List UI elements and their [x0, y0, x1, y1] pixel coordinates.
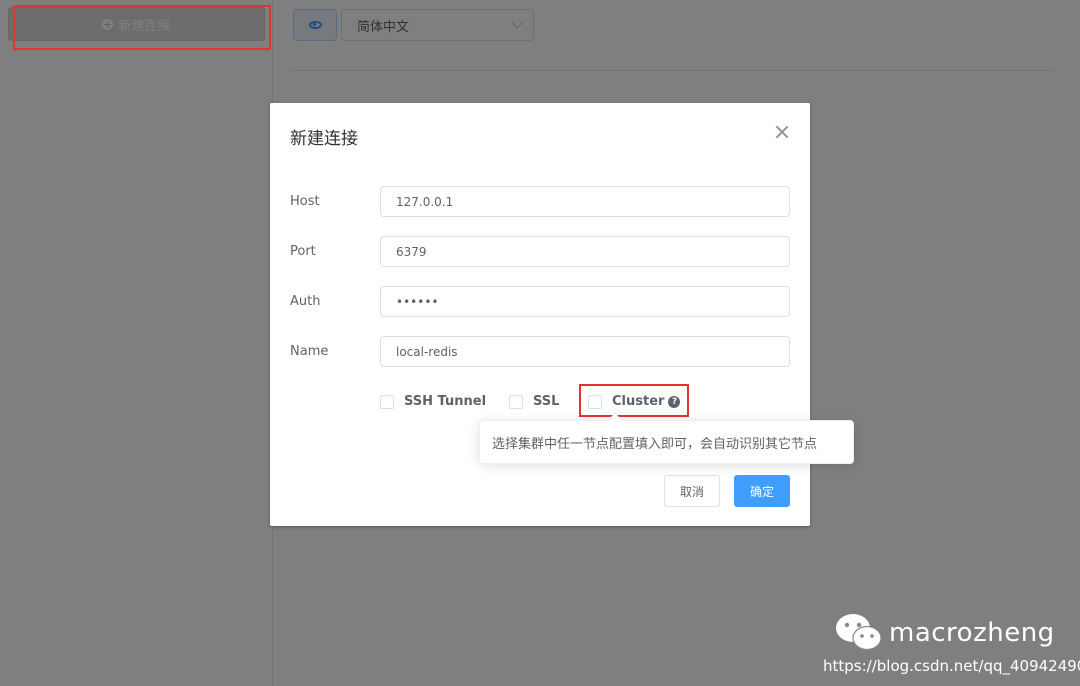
- auth-password-input[interactable]: ••••••: [380, 286, 790, 317]
- cancel-button[interactable]: 取消: [664, 475, 720, 507]
- close-icon[interactable]: [775, 125, 789, 139]
- port-label: Port: [290, 244, 316, 259]
- checkbox-square[interactable]: [509, 394, 523, 409]
- watermark-url: https://blog.csdn.net/qq_40942490: [823, 657, 1080, 675]
- auth-label: Auth: [290, 294, 321, 309]
- ssh-tunnel-checkbox[interactable]: SSH Tunnel: [380, 394, 486, 409]
- checkbox-square[interactable]: [380, 394, 394, 409]
- dialog-title: 新建连接: [290, 129, 358, 149]
- annotation-highlight-cluster: [579, 384, 689, 417]
- name-input[interactable]: local-redis: [380, 336, 790, 367]
- host-input[interactable]: 127.0.0.1: [380, 186, 790, 217]
- name-label: Name: [290, 344, 329, 359]
- port-input[interactable]: 6379: [380, 236, 790, 267]
- wechat-logo: [836, 614, 882, 651]
- watermark-name: macrozheng: [889, 618, 1055, 648]
- ssl-label: SSL: [533, 394, 560, 409]
- ssl-checkbox[interactable]: SSL: [509, 394, 559, 409]
- annotation-highlight-new-connection: [13, 5, 271, 50]
- cluster-tooltip: 选择集群中任一节点配置填入即可，会自动识别其它节点: [479, 412, 854, 464]
- ssh-tunnel-label: SSH Tunnel: [404, 394, 487, 409]
- host-label: Host: [290, 194, 320, 209]
- confirm-button[interactable]: 确定: [734, 475, 790, 507]
- tooltip-text: 选择集群中任一节点配置填入即可，会自动识别其它节点: [492, 436, 818, 452]
